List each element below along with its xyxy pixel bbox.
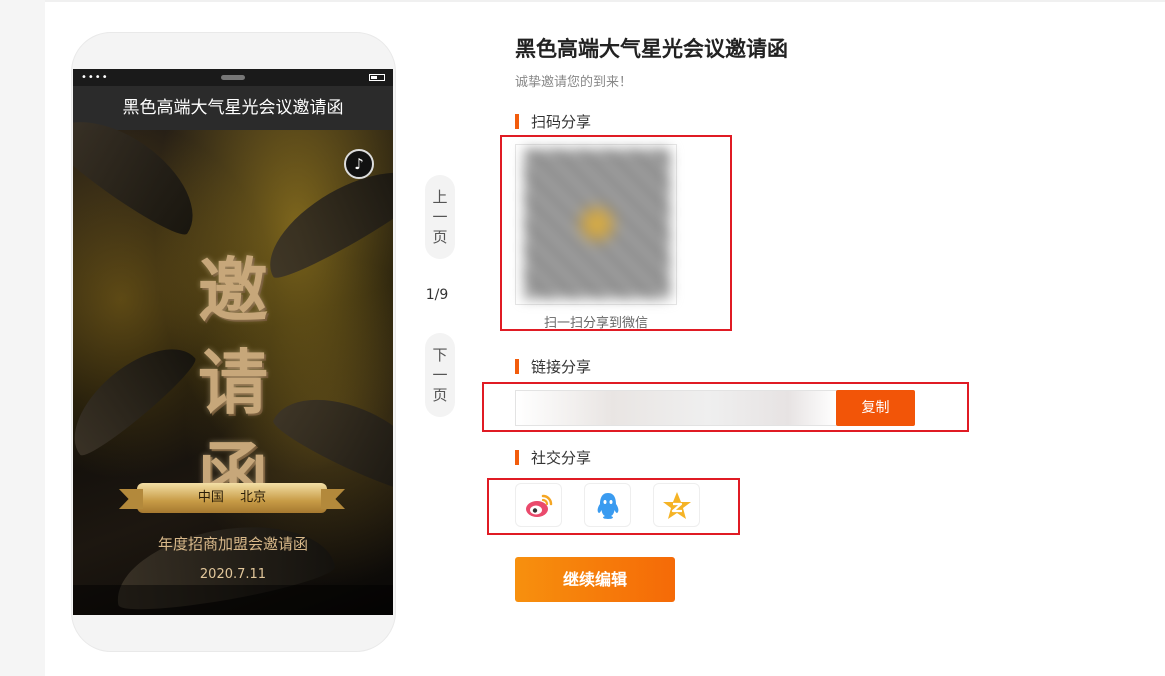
copy-button[interactable]: 复制 [836,390,915,426]
battery-icon [369,74,385,81]
phone-screen: •••• 黑色高端大气星光会议邀请函 ♪ 邀 请 函 中国 北京 年度招商加盟会… [73,69,393,615]
link-share-heading: 链接分享 [515,356,591,377]
share-link-field[interactable] [515,390,837,426]
continue-edit-button[interactable]: 继续编辑 [515,557,675,602]
social-share-heading: 社交分享 [515,447,591,468]
weibo-share-button[interactable] [515,483,562,527]
prev-page-button[interactable]: 上 一 页 [425,175,455,259]
page-counter: 1/9 [425,287,449,303]
invitation-poster: ♪ 邀 请 函 中国 北京 年度招商加盟会邀请函 2020.7.11 [73,96,393,615]
prev-char: 一 [432,208,448,226]
left-gutter [0,0,45,676]
speaker-notch [221,75,245,80]
prev-char: 页 [432,228,448,246]
weibo-icon [526,494,553,517]
qr-code-image [524,149,670,299]
page-subtitle: 诚挚邀请您的到来！ [515,75,633,90]
poster-date: 2020.7.11 [199,567,267,582]
qzone-icon [663,492,691,519]
qq-share-button[interactable] [584,483,631,527]
ribbon-city: 北京 [240,490,267,505]
qr-share-heading: 扫码分享 [515,111,591,132]
next-char: 页 [432,386,448,404]
poster-headline: 邀 请 函 [188,245,278,521]
qzone-share-button[interactable] [653,483,700,527]
prev-char: 上 [432,188,448,206]
next-char: 下 [432,346,448,364]
headline-char: 邀 [198,249,268,332]
qq-icon [597,493,619,519]
next-char: 一 [432,366,448,384]
headline-char: 请 [198,341,268,424]
feather-decoration [73,327,202,463]
qr-code [515,144,677,305]
phone-page-title: 黑色高端大气星光会议邀请函 [73,86,393,130]
signal-icon: •••• [81,72,109,83]
top-divider [45,0,1165,2]
poster-bottom-band [73,585,393,615]
next-page-button[interactable]: 下 一 页 [425,333,455,417]
location-ribbon: 中国 北京 [137,483,327,513]
page-title: 黑色高端大气星光会议邀请函 [515,37,788,61]
poster-subtitle: 年度招商加盟会邀请函 [157,535,308,553]
music-note-icon[interactable]: ♪ [344,149,374,179]
qr-caption: 扫一扫分享到微信 [543,316,648,331]
phone-status-bar: •••• [73,69,393,86]
ribbon-country: 中国 [197,490,224,505]
